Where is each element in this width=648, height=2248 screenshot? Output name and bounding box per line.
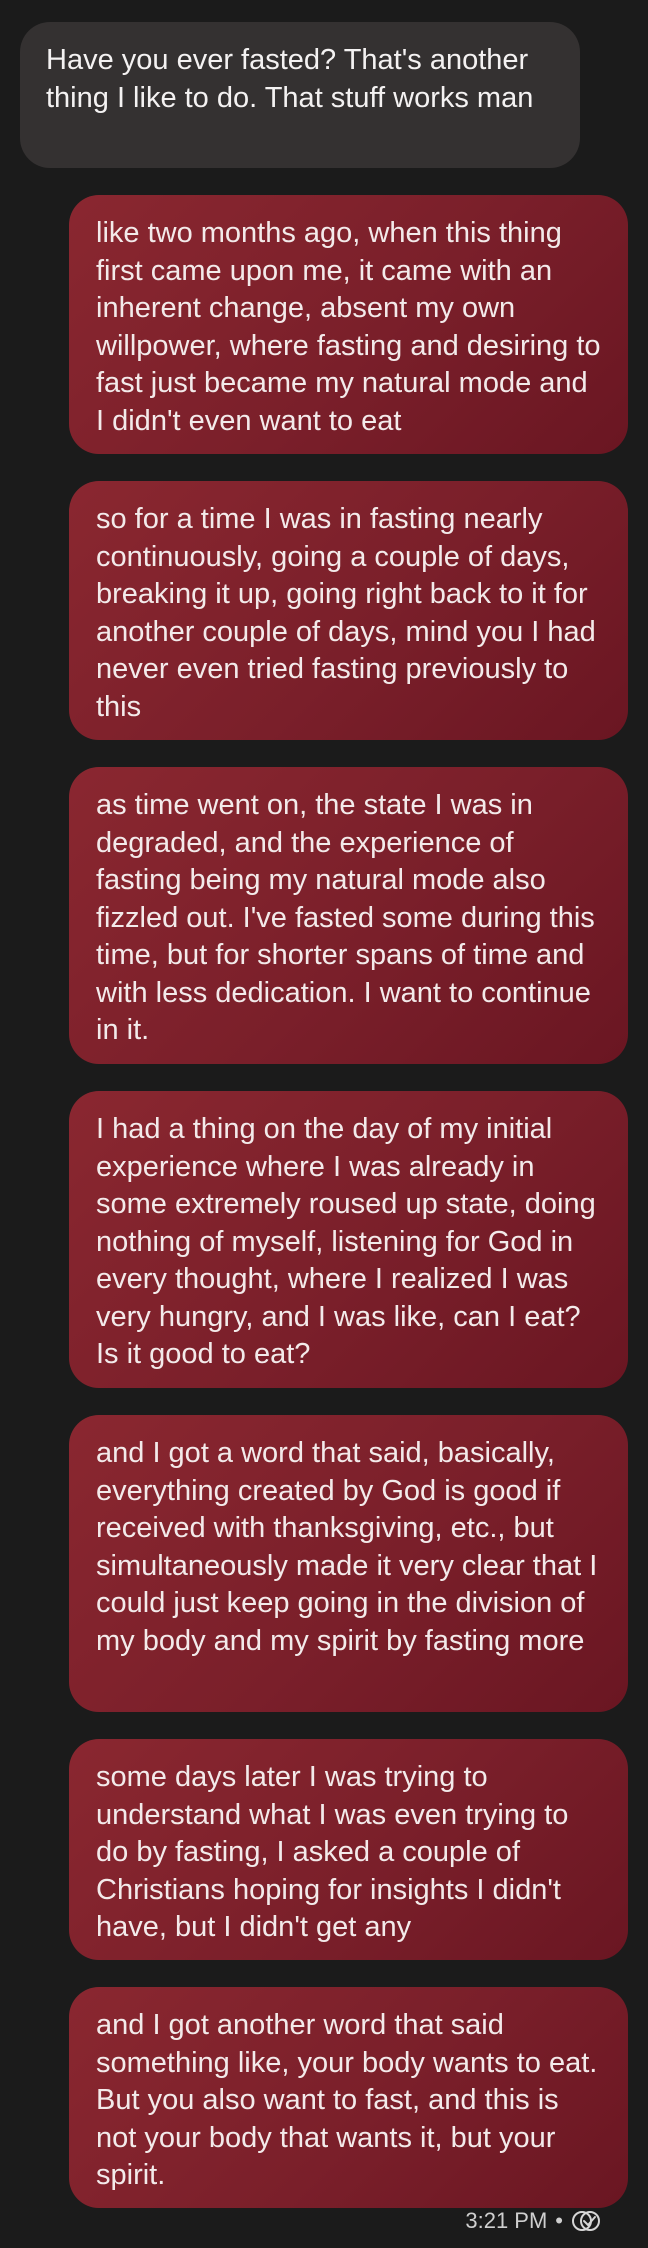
sent-message-bubble[interactable]: and I got another word that said somethi… xyxy=(69,1987,628,2208)
sent-message-bubble[interactable]: as time went on, the state I was in degr… xyxy=(69,767,628,1064)
message-thread: Have you ever fasted? That's another thi… xyxy=(0,0,648,2248)
message-text: I had a thing on the day of my initial e… xyxy=(96,1113,596,1370)
sent-message-bubble[interactable]: like two months ago, when this thing fir… xyxy=(69,195,628,454)
received-message-bubble[interactable]: Have you ever fasted? That's another thi… xyxy=(20,22,580,168)
message-status-row: 3:21 PM • xyxy=(465,2208,601,2234)
separator-dot: • xyxy=(555,2208,563,2233)
sent-message-bubble[interactable]: some days later I was trying to understa… xyxy=(69,1739,628,1960)
message-text: as time went on, the state I was in degr… xyxy=(96,789,595,1046)
message-text: like two months ago, when this thing fir… xyxy=(96,217,601,437)
timestamp: 3:21 PM xyxy=(465,2208,548,2233)
message-text: and I got another word that said somethi… xyxy=(96,2009,598,2191)
sent-message-bubble[interactable]: so for a time I was in fasting nearly co… xyxy=(69,481,628,740)
read-receipt-icon xyxy=(571,2210,601,2232)
message-text: and I got a word that said, basically, e… xyxy=(96,1437,598,1657)
message-text: some days later I was trying to understa… xyxy=(96,1761,569,1943)
sent-message-bubble[interactable]: I had a thing on the day of my initial e… xyxy=(69,1091,628,1388)
message-text: Have you ever fasted? That's another thi… xyxy=(46,44,534,114)
sent-message-bubble[interactable]: and I got a word that said, basically, e… xyxy=(69,1415,628,1712)
message-text: so for a time I was in fasting nearly co… xyxy=(96,503,596,723)
